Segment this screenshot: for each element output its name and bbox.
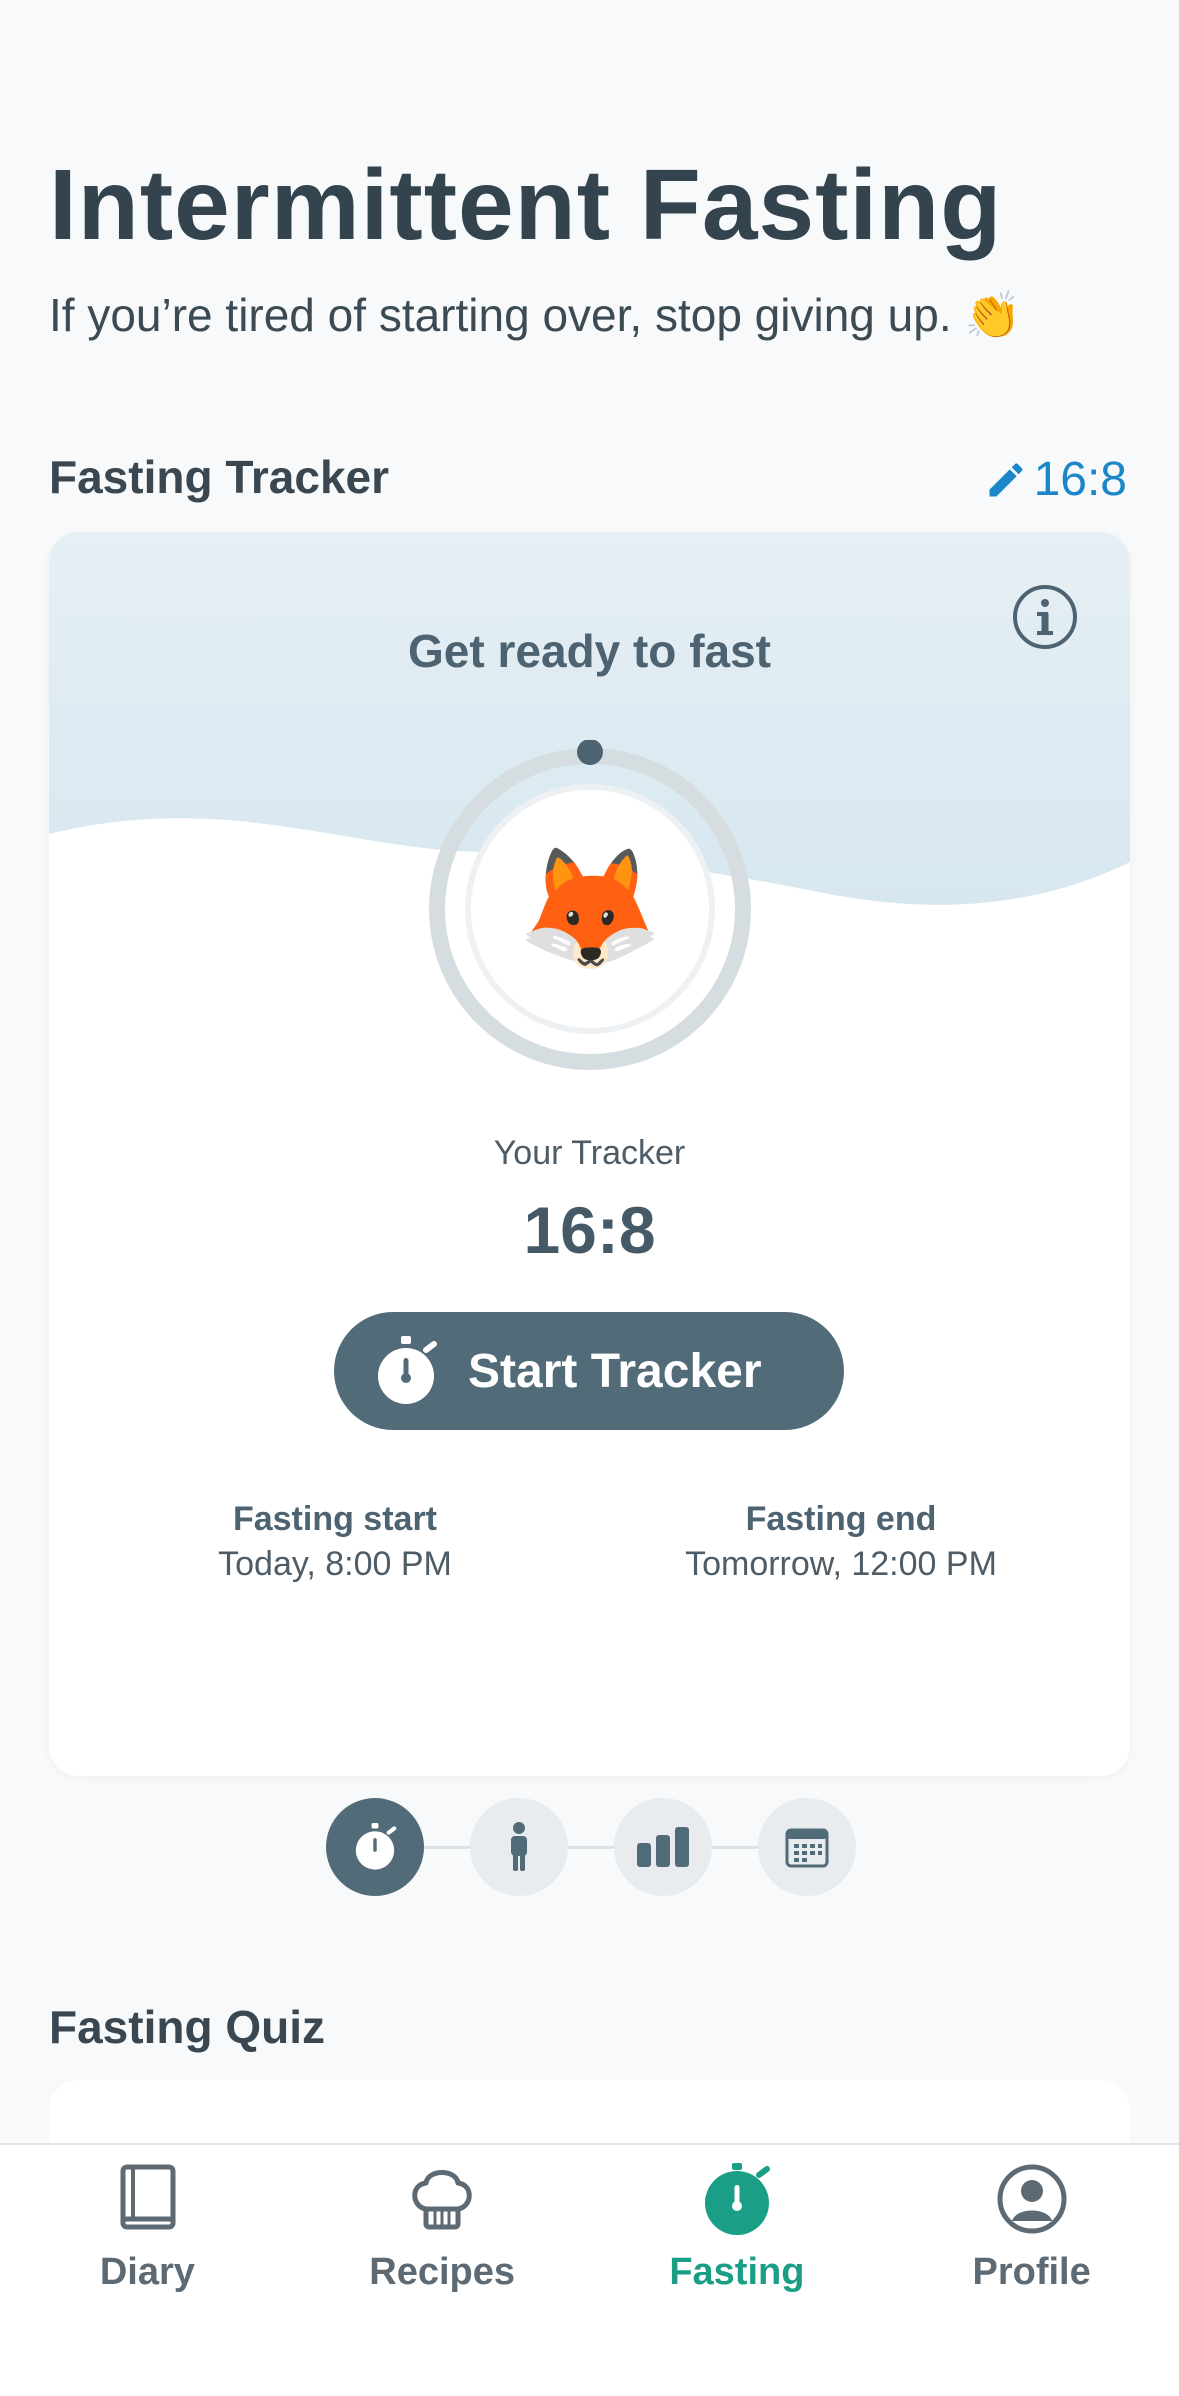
chef-hat-icon xyxy=(412,2170,472,2230)
tab-profile[interactable]: Profile xyxy=(884,2145,1179,2396)
pager-separator xyxy=(568,1845,614,1849)
pencil-icon xyxy=(989,462,1023,496)
pager-separator xyxy=(424,1845,470,1849)
stopwatch-icon xyxy=(704,2163,770,2235)
fasting-end-label: Fasting end xyxy=(745,1500,937,1538)
bar-chart-icon xyxy=(637,1827,689,1867)
card-pager xyxy=(326,1798,856,1896)
tab-fasting[interactable]: Fasting xyxy=(590,2145,885,2396)
progress-handle xyxy=(577,740,603,765)
fox-mascot: 🦊 xyxy=(516,843,664,975)
fasting-end-value: Tomorrow, 12:00 PM xyxy=(685,1545,997,1583)
user-circle-icon xyxy=(997,2164,1067,2234)
quiz-section-title: Fasting Quiz xyxy=(49,2001,325,2053)
person-icon xyxy=(511,1822,527,1871)
tab-diary-label: Diary xyxy=(99,2251,195,2293)
page-subtitle: If you’re tired of starting over, stop g… xyxy=(49,289,1022,341)
start-tracker-button[interactable]: Start Tracker xyxy=(334,1312,844,1430)
fasting-start-label: Fasting start xyxy=(232,1500,438,1538)
fasting-end: Fasting end Tomorrow, 12:00 PM xyxy=(631,1500,1051,1584)
tracker-value: 16:8 xyxy=(523,1193,656,1267)
plan-label: 16:8 xyxy=(1033,453,1127,506)
tab-diary[interactable]: Diary xyxy=(0,2145,295,2396)
pager-separator xyxy=(712,1845,758,1849)
book-icon xyxy=(120,2164,176,2230)
tab-profile-label: Profile xyxy=(972,2251,1091,2293)
fasting-start-value: Today, 8:00 PM xyxy=(218,1545,452,1583)
tracker-card: Get ready to fast 🦊 Your Tracker 16:8 St… xyxy=(49,532,1130,1776)
tracker-status: Get ready to fast xyxy=(408,625,771,677)
tab-recipes-label: Recipes xyxy=(369,2251,515,2293)
calendar-icon xyxy=(785,1828,829,1868)
stopwatch-icon xyxy=(378,1336,437,1404)
fasting-start: Fasting start Today, 8:00 PM xyxy=(125,1500,545,1584)
bottom-tab-bar: Diary Recipes Fasting Profile xyxy=(0,2143,1179,2396)
pager-calendar[interactable] xyxy=(758,1798,856,1896)
page-title: Intermittent Fasting xyxy=(49,149,1003,261)
pager-person[interactable] xyxy=(470,1798,568,1896)
start-tracker-label: Start Tracker xyxy=(468,1344,762,1398)
tracker-section-title: Fasting Tracker xyxy=(49,451,390,503)
pager-stats[interactable] xyxy=(614,1798,712,1896)
edit-plan-button[interactable]: 16:8 xyxy=(984,452,1127,507)
pager-stopwatch[interactable] xyxy=(326,1798,424,1896)
tab-fasting-label: Fasting xyxy=(669,2251,805,2293)
tracker-label: Your Tracker xyxy=(493,1134,686,1172)
stopwatch-icon xyxy=(355,1823,397,1870)
tab-recipes[interactable]: Recipes xyxy=(295,2145,590,2396)
